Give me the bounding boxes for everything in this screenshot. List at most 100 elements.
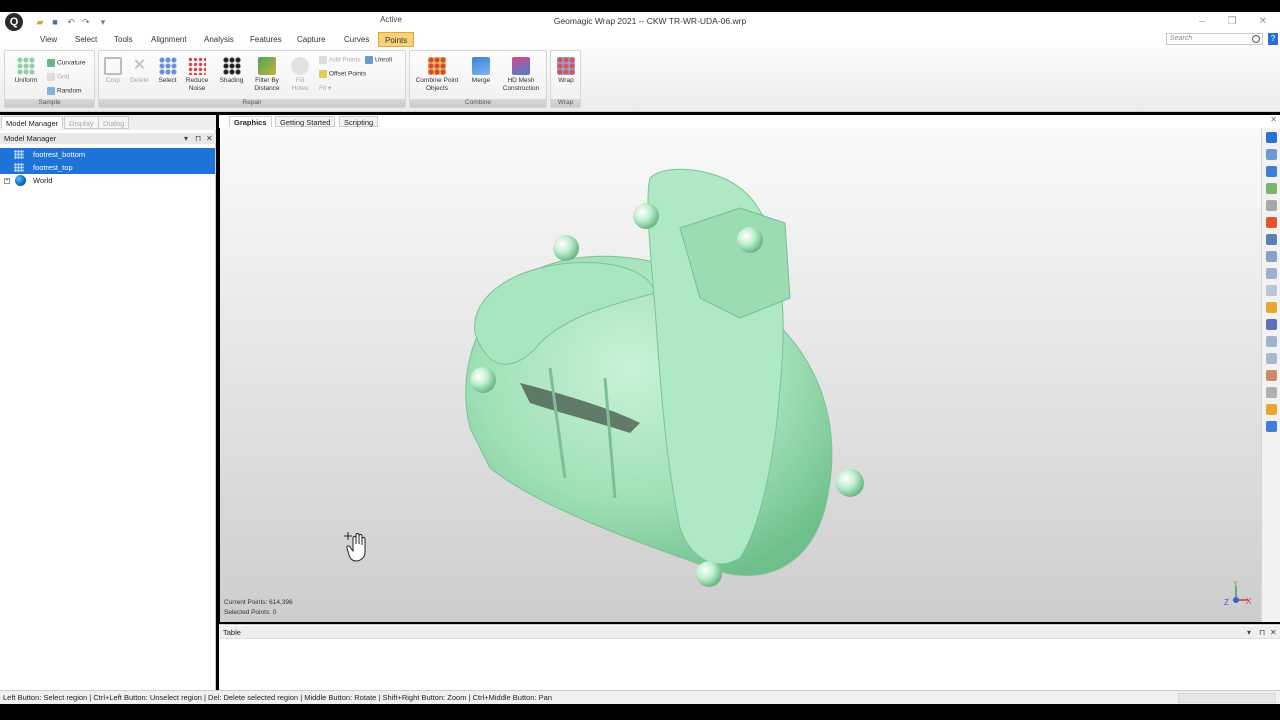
fit-button[interactable]: Fit ▾: [319, 84, 331, 92]
menu-view[interactable]: View: [40, 35, 57, 44]
panel-dropdown-icon[interactable]: ▾: [184, 133, 188, 144]
custom-region-icon[interactable]: [1266, 302, 1277, 313]
customize-toolbar-icon[interactable]: ▾: [98, 17, 108, 27]
view-iso-icon[interactable]: [1266, 183, 1277, 194]
status-bar: Left Button: Select region | Ctrl+Left B…: [0, 690, 1280, 704]
ribbon-group-wrap: Wrap Wrap: [550, 50, 581, 108]
zoom-icon[interactable]: [1266, 200, 1277, 211]
tree-item-footrest-bottom[interactable]: footrest_bottom: [0, 148, 215, 161]
graphics-viewport[interactable]: X Z Y Current Points: 614,396 Selected P…: [220, 128, 1261, 622]
search-input[interactable]: Search: [1166, 33, 1263, 45]
right-toolbar: [1261, 128, 1280, 622]
select-through-icon[interactable]: [1266, 319, 1277, 330]
repair-group-label: Repair: [99, 99, 405, 107]
shading-button[interactable]: Shading: [214, 57, 249, 85]
crop-button[interactable]: Crop: [102, 57, 124, 85]
select-visible-icon[interactable]: [1266, 336, 1277, 347]
help-icon[interactable]: ?: [1268, 33, 1278, 45]
tab-display[interactable]: Display: [64, 116, 99, 129]
app-logo-button[interactable]: Q: [5, 13, 23, 31]
view-front-icon[interactable]: [1266, 132, 1277, 143]
panel-close-icon[interactable]: ✕: [206, 133, 213, 144]
menu-points[interactable]: Points: [378, 32, 415, 47]
wrap-button[interactable]: Wrap: [553, 57, 579, 85]
marker-sphere: [696, 561, 722, 587]
hd-mesh-construction-button[interactable]: HD Mesh Construction: [498, 57, 544, 92]
tab-getting-started[interactable]: Getting Started: [275, 116, 336, 127]
panel-pin-icon[interactable]: ⊓: [195, 133, 201, 144]
sample-group-label: Sample: [5, 99, 94, 107]
lighting-icon[interactable]: [1266, 217, 1277, 228]
table-pin-icon[interactable]: ⊓: [1259, 626, 1265, 639]
selected-points-readout: Selected Points: 0: [224, 609, 277, 616]
select-none-icon[interactable]: [1266, 370, 1277, 381]
unroll-label: Unroll: [375, 56, 392, 64]
add-points-button[interactable]: Add Points: [319, 56, 360, 64]
save-icon[interactable]: ■: [50, 17, 60, 27]
view-rotate-icon[interactable]: [1266, 149, 1277, 160]
restore-icon[interactable]: ❐: [1225, 15, 1239, 29]
document-close-icon[interactable]: ✕: [1270, 115, 1277, 124]
ribbon: Uniform Curvature Grid Random Sample Cro…: [0, 47, 1280, 112]
open-folder-icon[interactable]: ▰: [35, 17, 45, 27]
tree-item-footrest-top[interactable]: footrest_top: [0, 161, 215, 174]
window-select-icon[interactable]: [1266, 234, 1277, 245]
table-dropdown-icon[interactable]: ▾: [1247, 626, 1251, 639]
delete-button[interactable]: ✕ Delete: [127, 57, 152, 85]
select-all-icon[interactable]: [1266, 353, 1277, 364]
reduce-noise-icon: [188, 57, 206, 75]
minimize-icon[interactable]: –: [1195, 15, 1209, 29]
line-select-icon[interactable]: [1266, 285, 1277, 296]
close-icon[interactable]: ✕: [1256, 15, 1270, 29]
menu-alignment[interactable]: Alignment: [151, 35, 187, 44]
filter-by-distance-button[interactable]: Filter By Distance: [251, 57, 283, 92]
curvature-icon: [47, 59, 55, 67]
grid-icon: [47, 73, 55, 81]
random-button[interactable]: Random: [47, 87, 82, 95]
curvature-button[interactable]: Curvature: [47, 59, 86, 67]
filter-label-1: Filter By: [255, 77, 279, 84]
menu-analysis[interactable]: Analysis: [204, 35, 234, 44]
extend-selection-icon[interactable]: [1266, 404, 1277, 415]
fill-holes-button[interactable]: Fill Holes: [286, 57, 314, 92]
tab-dialog[interactable]: Dialog: [98, 116, 130, 129]
menu-select[interactable]: Select: [75, 35, 97, 44]
menu-curves[interactable]: Curves: [344, 35, 369, 44]
brush-select-icon[interactable]: [1266, 268, 1277, 279]
menu-features[interactable]: Features: [250, 35, 282, 44]
reduce-noise-button[interactable]: Reduce Noise: [183, 57, 211, 92]
expand-icon[interactable]: +: [4, 178, 10, 184]
invert-selection-icon[interactable]: [1266, 387, 1277, 398]
merge-icon: [472, 57, 490, 75]
grow-selection-icon[interactable]: [1266, 421, 1277, 432]
status-progress-bar: [1178, 693, 1276, 703]
tab-scripting[interactable]: Scripting: [339, 116, 379, 127]
uniform-button[interactable]: Uniform: [9, 57, 43, 85]
undo-icon[interactable]: ↶: [66, 17, 76, 27]
tree-item-world[interactable]: + World: [0, 174, 215, 187]
random-label: Random: [57, 87, 82, 95]
wrap-group-label: Wrap: [551, 99, 580, 107]
menu-tools[interactable]: Tools: [114, 35, 133, 44]
unroll-button[interactable]: Unroll: [365, 56, 392, 64]
select-button[interactable]: Select: [155, 57, 180, 85]
combine-label-1: Combine Point: [415, 77, 459, 84]
tab-model-manager[interactable]: Model Manager: [1, 116, 64, 129]
svg-text:X: X: [1246, 597, 1252, 606]
merge-button[interactable]: Merge: [465, 57, 497, 85]
redo-icon[interactable]: ↷: [81, 17, 91, 27]
merge-label: Merge: [471, 77, 491, 84]
menu-capture[interactable]: Capture: [297, 35, 325, 44]
grid-button[interactable]: Grid: [47, 73, 69, 81]
offset-points-button[interactable]: Offset Points: [319, 70, 366, 78]
tab-graphics[interactable]: Graphics: [229, 116, 272, 127]
table-close-icon[interactable]: ✕: [1270, 626, 1277, 639]
search-icon[interactable]: [1252, 35, 1260, 43]
marker-sphere: [553, 235, 579, 261]
lasso-select-icon[interactable]: [1266, 251, 1277, 262]
curvature-label: Curvature: [57, 59, 86, 67]
combine-point-objects-icon: [428, 57, 446, 75]
combine-point-objects-button[interactable]: Combine Point Objects: [412, 57, 462, 92]
view-fit-icon[interactable]: [1266, 166, 1277, 177]
title-bar: Q ▰ ■ ↶ ↷ ▾ Active Geomagic Wrap 2021 --…: [0, 12, 1280, 32]
